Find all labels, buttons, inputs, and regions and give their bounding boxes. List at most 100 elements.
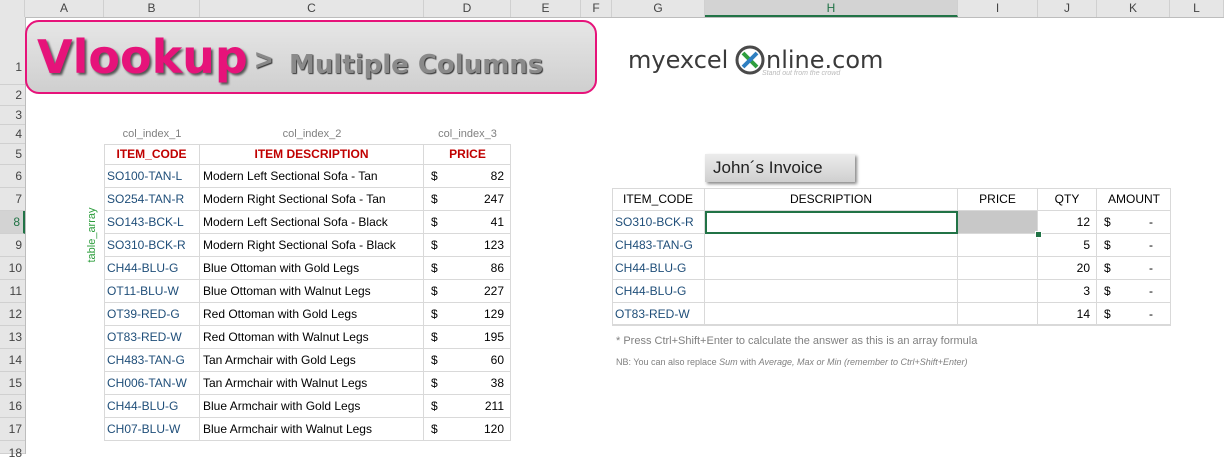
column-header-i[interactable]: I: [958, 0, 1038, 17]
price-cell[interactable]: $123: [424, 234, 511, 257]
invoice-amount-cell[interactable]: $ -: [1097, 211, 1171, 234]
item-description-cell[interactable]: Blue Ottoman with Walnut Legs: [200, 280, 424, 303]
row-header-12[interactable]: 12: [0, 303, 25, 326]
column-header-e[interactable]: E: [511, 0, 581, 17]
price-cell[interactable]: $60: [424, 349, 511, 372]
column-header-l[interactable]: L: [1170, 0, 1224, 17]
fill-handle[interactable]: [1035, 231, 1042, 238]
invoice-qty-cell[interactable]: 12: [1038, 211, 1097, 234]
item-code-cell[interactable]: CH483-TAN-G: [104, 349, 200, 372]
price-cell[interactable]: $211: [424, 395, 511, 418]
row-header-15[interactable]: 15: [0, 372, 25, 395]
select-all-corner[interactable]: [0, 0, 25, 17]
column-header-f[interactable]: F: [581, 0, 612, 17]
item-code-cell[interactable]: OT83-RED-W: [104, 326, 200, 349]
item-code-cell[interactable]: SO100-TAN-L: [104, 165, 200, 188]
item-code-cell[interactable]: OT11-BLU-W: [104, 280, 200, 303]
item-description-cell[interactable]: Blue Armchair with Walnut Legs: [200, 418, 424, 441]
item-code-cell[interactable]: CH44-BLU-G: [104, 395, 200, 418]
price-cell[interactable]: $86: [424, 257, 511, 280]
invoice-amount-cell[interactable]: $ -: [1097, 303, 1171, 326]
price-value: 247: [483, 192, 504, 206]
invoice-item-code-cell[interactable]: OT83-RED-W: [612, 303, 705, 326]
invoice-price-cell[interactable]: [958, 257, 1038, 280]
price-cell[interactable]: $120: [424, 418, 511, 441]
row-header-1[interactable]: 1: [0, 17, 25, 85]
row-header-5[interactable]: 5: [0, 144, 25, 165]
column-header-j[interactable]: J: [1038, 0, 1097, 17]
invoice-price-cell[interactable]: [958, 280, 1038, 303]
invoice-item-code-cell[interactable]: CH44-BLU-G: [612, 257, 705, 280]
invoice-description-cell[interactable]: [705, 280, 958, 303]
row-header-13[interactable]: 13: [0, 326, 25, 349]
row-header-2[interactable]: 2: [0, 85, 25, 106]
invoice-description-cell[interactable]: [705, 257, 958, 280]
price-cell[interactable]: $129: [424, 303, 511, 326]
invoice-amount-cell[interactable]: $ -: [1097, 257, 1171, 280]
invoice-qty-cell[interactable]: 20: [1038, 257, 1097, 280]
invoice-qty-cell[interactable]: 3: [1038, 280, 1097, 303]
invoice-item-code-cell[interactable]: CH44-BLU-G: [612, 280, 705, 303]
invoice-qty-cell[interactable]: 14: [1038, 303, 1097, 326]
column-header-c[interactable]: C: [200, 0, 424, 17]
invoice-price-cell[interactable]: [958, 303, 1038, 326]
row-header-7[interactable]: 7: [0, 188, 25, 211]
price-cell[interactable]: $41: [424, 211, 511, 234]
invoice-header-amount: AMOUNT: [1097, 188, 1171, 211]
column-header-k[interactable]: K: [1097, 0, 1170, 17]
row-header-4[interactable]: 4: [0, 125, 25, 144]
row-header-14[interactable]: 14: [0, 349, 25, 372]
invoice-amount-cell[interactable]: $ -: [1097, 280, 1171, 303]
invoice-description-cell[interactable]: [705, 234, 958, 257]
row-header-9[interactable]: 9: [0, 234, 25, 257]
price-cell[interactable]: $82: [424, 165, 511, 188]
item-description-cell[interactable]: Modern Left Sectional Sofa - Tan: [200, 165, 424, 188]
row-header-3[interactable]: 3: [0, 106, 25, 125]
item-description-cell[interactable]: Blue Armchair with Gold Legs: [200, 395, 424, 418]
price-cell[interactable]: $227: [424, 280, 511, 303]
invoice-item-code-cell[interactable]: SO310-BCK-R: [612, 211, 705, 234]
item-description-cell[interactable]: Red Ottoman with Gold Legs: [200, 303, 424, 326]
column-header-a[interactable]: A: [25, 0, 104, 17]
column-header-h[interactable]: H: [705, 0, 958, 17]
price-cell[interactable]: $195: [424, 326, 511, 349]
item-code-cell[interactable]: SO310-BCK-R: [104, 234, 200, 257]
currency-symbol: $: [431, 261, 438, 275]
item-code-cell[interactable]: CH006-TAN-W: [104, 372, 200, 395]
invoice-description-cell[interactable]: [705, 303, 958, 326]
item-code-cell[interactable]: OT39-RED-G: [104, 303, 200, 326]
item-code-cell[interactable]: CH07-BLU-W: [104, 418, 200, 441]
price-cell[interactable]: $247: [424, 188, 511, 211]
item-description-cell[interactable]: Blue Ottoman with Gold Legs: [200, 257, 424, 280]
logo-tagline: Stand out from the crowd: [762, 70, 841, 77]
row-header-8[interactable]: 8: [0, 211, 25, 234]
row-header-11[interactable]: 11: [0, 280, 25, 303]
item-description-cell[interactable]: Modern Right Sectional Sofa - Tan: [200, 188, 424, 211]
title-banner: Vlookup > Multiple Columns: [25, 20, 597, 94]
column-header-g[interactable]: G: [612, 0, 705, 17]
row-header-18[interactable]: 18: [0, 441, 25, 460]
invoice-price-cell[interactable]: [958, 234, 1038, 257]
item-description-cell[interactable]: Red Ottoman with Walnut Legs: [200, 326, 424, 349]
item-code-cell[interactable]: SO254-TAN-R: [104, 188, 200, 211]
price-cell[interactable]: $38: [424, 372, 511, 395]
item-description-cell[interactable]: Tan Armchair with Walnut Legs: [200, 372, 424, 395]
row-header-6[interactable]: 6: [0, 165, 25, 188]
row-header-10[interactable]: 10: [0, 257, 25, 280]
column-header-d[interactable]: D: [424, 0, 511, 17]
item-code-cell[interactable]: SO143-BCK-L: [104, 211, 200, 234]
item-code-cell[interactable]: CH44-BLU-G: [104, 257, 200, 280]
column-header-b[interactable]: B: [104, 0, 200, 17]
item-description-cell[interactable]: Modern Right Sectional Sofa - Black: [200, 234, 424, 257]
item-description-cell[interactable]: Modern Left Sectional Sofa - Black: [200, 211, 424, 234]
item-description-cell[interactable]: Tan Armchair with Gold Legs: [200, 349, 424, 372]
amount-value: -: [1149, 307, 1153, 321]
invoice-qty-cell[interactable]: 5: [1038, 234, 1097, 257]
invoice-item-code-cell[interactable]: CH483-TAN-G: [612, 234, 705, 257]
invoice-amount-cell[interactable]: $ -: [1097, 234, 1171, 257]
row-header-16[interactable]: 16: [0, 395, 25, 418]
invoice-price-cell[interactable]: [958, 211, 1038, 234]
row-header-17[interactable]: 17: [0, 418, 25, 441]
banner-title: Vlookup: [37, 30, 248, 84]
invoice-description-cell[interactable]: [705, 211, 958, 234]
